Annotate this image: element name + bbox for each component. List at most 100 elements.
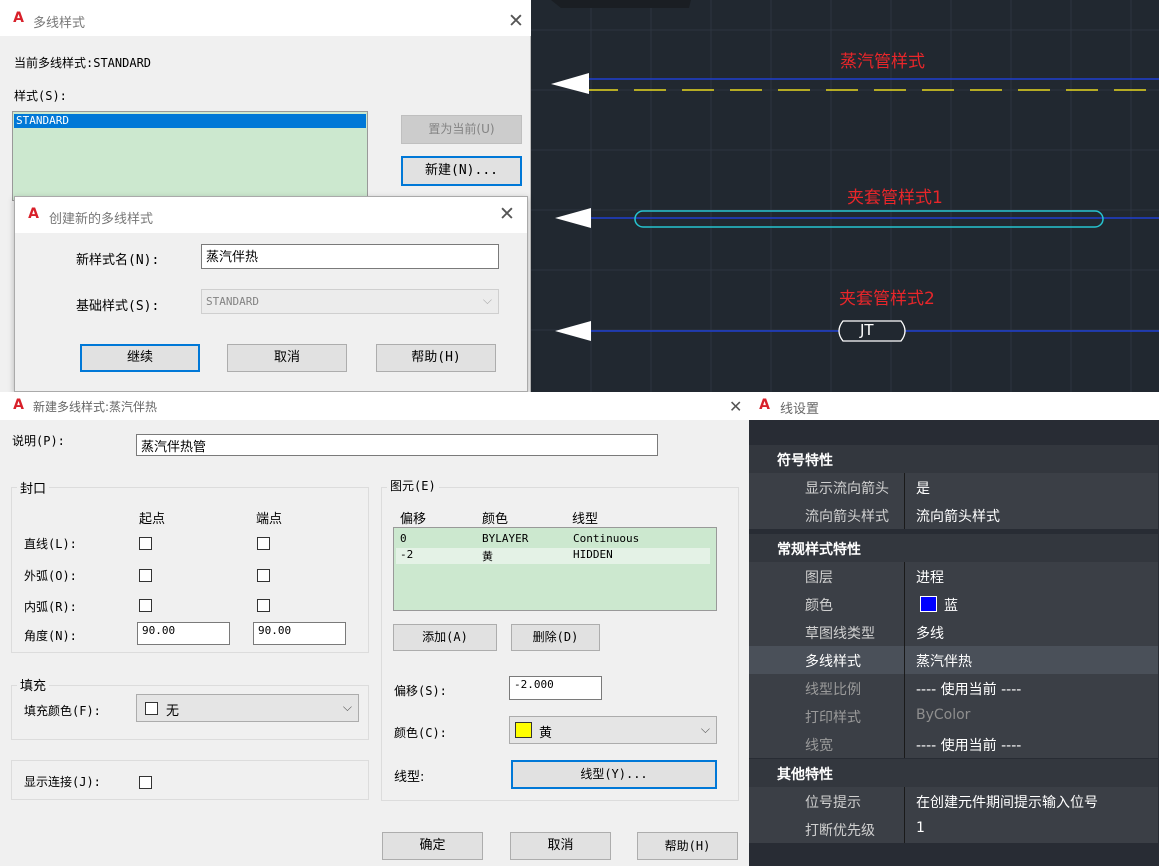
cap-angle-end-input[interactable]: 90.00 — [253, 622, 346, 645]
property-value: ---- 使用当前 ---- — [916, 682, 1022, 698]
create-style-dialog: A 创建新的多线样式 ✕ 新样式名(N): 蒸汽伴热 基础样式(S): STAN… — [14, 196, 528, 392]
property-row[interactable]: 颜色 蓝 — [749, 590, 1158, 618]
property-row[interactable]: 线宽 ---- 使用当前 ---- — [749, 730, 1158, 758]
property-label: 线型比例 — [805, 682, 861, 698]
fill-color-label: 填充颜色(F): — [24, 704, 101, 718]
style-item-standard[interactable]: STANDARD — [14, 114, 366, 128]
property-value: 流向箭头样式 — [916, 509, 1000, 525]
property-row-selected[interactable]: 多线样式 蒸汽伴热 — [749, 646, 1158, 674]
help-button[interactable]: 帮助(H) — [376, 344, 496, 372]
section-header: 常规样式特性 — [749, 534, 1158, 562]
new-style-name-input[interactable]: 蒸汽伴热 — [201, 244, 499, 269]
cap-outer-arc-end-checkbox[interactable] — [257, 569, 270, 582]
elements-header-color: 颜色 — [482, 512, 509, 527]
cap-inner-arc-start-checkbox[interactable] — [139, 599, 152, 612]
close-icon[interactable]: ✕ — [508, 12, 524, 31]
row-divider — [904, 674, 905, 702]
new-style-button[interactable]: 新建(N)... — [401, 156, 522, 186]
row-divider — [904, 618, 905, 646]
element-offset-input[interactable]: -2.000 — [509, 676, 602, 700]
property-row[interactable]: 打断优先级 1 — [749, 815, 1158, 843]
row-divider — [904, 590, 905, 618]
element-row[interactable]: 0 BYLAYER Continuous — [396, 532, 714, 547]
flow-arrow-2 — [555, 208, 591, 228]
delete-element-button[interactable]: 删除(D) — [511, 624, 600, 651]
section-title: 符号特性 — [777, 453, 833, 469]
cap-line-start-checkbox[interactable] — [139, 537, 152, 550]
property-row[interactable]: 位号提示 在创建元件期间提示输入位号 — [749, 787, 1158, 815]
property-row[interactable]: 图层 进程 — [749, 562, 1158, 590]
create-dialog-title: 创建新的多线样式 — [49, 212, 154, 227]
chevron-down-icon: ⌵ — [342, 700, 352, 714]
property-row[interactable]: 打印样式 ByColor — [749, 702, 1158, 730]
continue-button[interactable]: 继续 — [80, 344, 200, 372]
help-button[interactable]: 帮助(H) — [637, 832, 738, 860]
chevron-down-icon: ⌵ — [700, 722, 710, 736]
fill-color-swatch — [145, 702, 158, 715]
property-value: ByColor — [916, 707, 971, 723]
property-label: 线宽 — [805, 738, 833, 754]
close-icon[interactable]: ✕ — [729, 397, 742, 416]
linetype-button[interactable]: 线型(Y)... — [511, 760, 717, 789]
property-value: 1 — [916, 820, 925, 836]
property-label: 打断优先级 — [805, 823, 875, 839]
description-input[interactable]: 蒸汽伴热管 — [136, 434, 658, 456]
show-joints-label: 显示连接(J): — [24, 775, 101, 789]
cap-outer-arc-start-checkbox[interactable] — [139, 569, 152, 582]
cancel-button[interactable]: 取消 — [510, 832, 611, 860]
dialog-title: 多线样式 — [33, 16, 86, 31]
cap-line-label: 直线(L): — [24, 537, 77, 551]
styles-list[interactable]: STANDARD — [12, 111, 368, 201]
flow-arrow-1 — [551, 73, 589, 94]
add-element-button[interactable]: 添加(A) — [393, 624, 497, 651]
section-header: 其他特性 — [749, 759, 1158, 787]
cap-inner-arc-end-checkbox[interactable] — [257, 599, 270, 612]
property-label: 显示流向箭头 — [805, 481, 889, 497]
element-row[interactable]: -2 黄 HIDDEN — [396, 548, 710, 564]
property-label: 草图线类型 — [805, 626, 875, 642]
line-settings-title: 线设置 — [780, 402, 820, 417]
element-color: 黄 — [482, 550, 493, 563]
elements-header-linetype: 线型 — [572, 512, 599, 527]
section-title: 常规样式特性 — [777, 542, 861, 558]
new-style-dialog: A 新建多线样式:蒸汽伴热 ✕ 说明(P): 蒸汽伴热管 封口 起点 端点 直线… — [0, 392, 749, 866]
element-offset: -2 — [400, 548, 414, 561]
element-offset: 0 — [400, 532, 407, 545]
cap-angle-label: 角度(N): — [24, 629, 77, 643]
element-color: BYLAYER — [482, 532, 529, 545]
new-style-name-label: 新样式名(N): — [76, 253, 160, 268]
base-style-value: STANDARD — [206, 295, 259, 308]
property-row[interactable]: 线型比例 ---- 使用当前 ---- — [749, 674, 1158, 702]
property-row[interactable]: 流向箭头样式 流向箭头样式 — [749, 501, 1158, 529]
property-row[interactable]: 草图线类型 多线 — [749, 618, 1158, 646]
ok-button[interactable]: 确定 — [382, 832, 483, 860]
new-style-title: 新建多线样式:蒸汽伴热 — [33, 400, 158, 414]
cap-outer-arc-label: 外弧(O): — [24, 569, 77, 583]
cap-angle-start-input[interactable]: 90.00 — [137, 622, 230, 645]
flow-arrow-3 — [555, 321, 591, 341]
element-color-select[interactable]: 黄 ⌵ — [509, 716, 717, 744]
row-divider — [904, 702, 905, 730]
canvas-label-jacket-1: 夹套管样式1 — [847, 188, 943, 208]
row-divider — [904, 473, 905, 501]
property-row[interactable]: 显示流向箭头 是 — [749, 473, 1158, 501]
element-color-value: 黄 — [539, 726, 553, 741]
cancel-button[interactable]: 取消 — [227, 344, 347, 372]
elements-header-offset: 偏移 — [400, 512, 427, 527]
cap-line-end-checkbox[interactable] — [257, 537, 270, 550]
canvas-label-steam: 蒸汽管样式 — [840, 52, 925, 72]
styles-label: 样式(S): — [14, 89, 67, 103]
fill-color-select[interactable]: 无 ⌵ — [136, 694, 359, 722]
property-value: 蒸汽伴热 — [916, 654, 972, 670]
row-divider — [904, 562, 905, 590]
show-joints-checkbox[interactable] — [139, 776, 152, 789]
cad-canvas[interactable]: 蒸汽管样式 夹套管样式1 夹套管样式2 JT — [531, 0, 1159, 392]
set-current-button[interactable]: 置为当前(U) — [401, 115, 522, 144]
base-style-select[interactable]: STANDARD ⌵ — [201, 289, 499, 314]
line-settings-panel: A 线设置 符号特性 显示流向箭头 是 流向箭头样式 流向箭头样式 常规样式特性… — [749, 392, 1159, 866]
close-icon[interactable]: ✕ — [499, 205, 515, 224]
property-value: 蓝 — [944, 598, 958, 614]
section-header: 符号特性 — [749, 445, 1158, 473]
canvas-label-jacket-2: 夹套管样式2 — [839, 289, 935, 309]
elements-list[interactable]: 0 BYLAYER Continuous -2 黄 HIDDEN — [393, 527, 717, 611]
